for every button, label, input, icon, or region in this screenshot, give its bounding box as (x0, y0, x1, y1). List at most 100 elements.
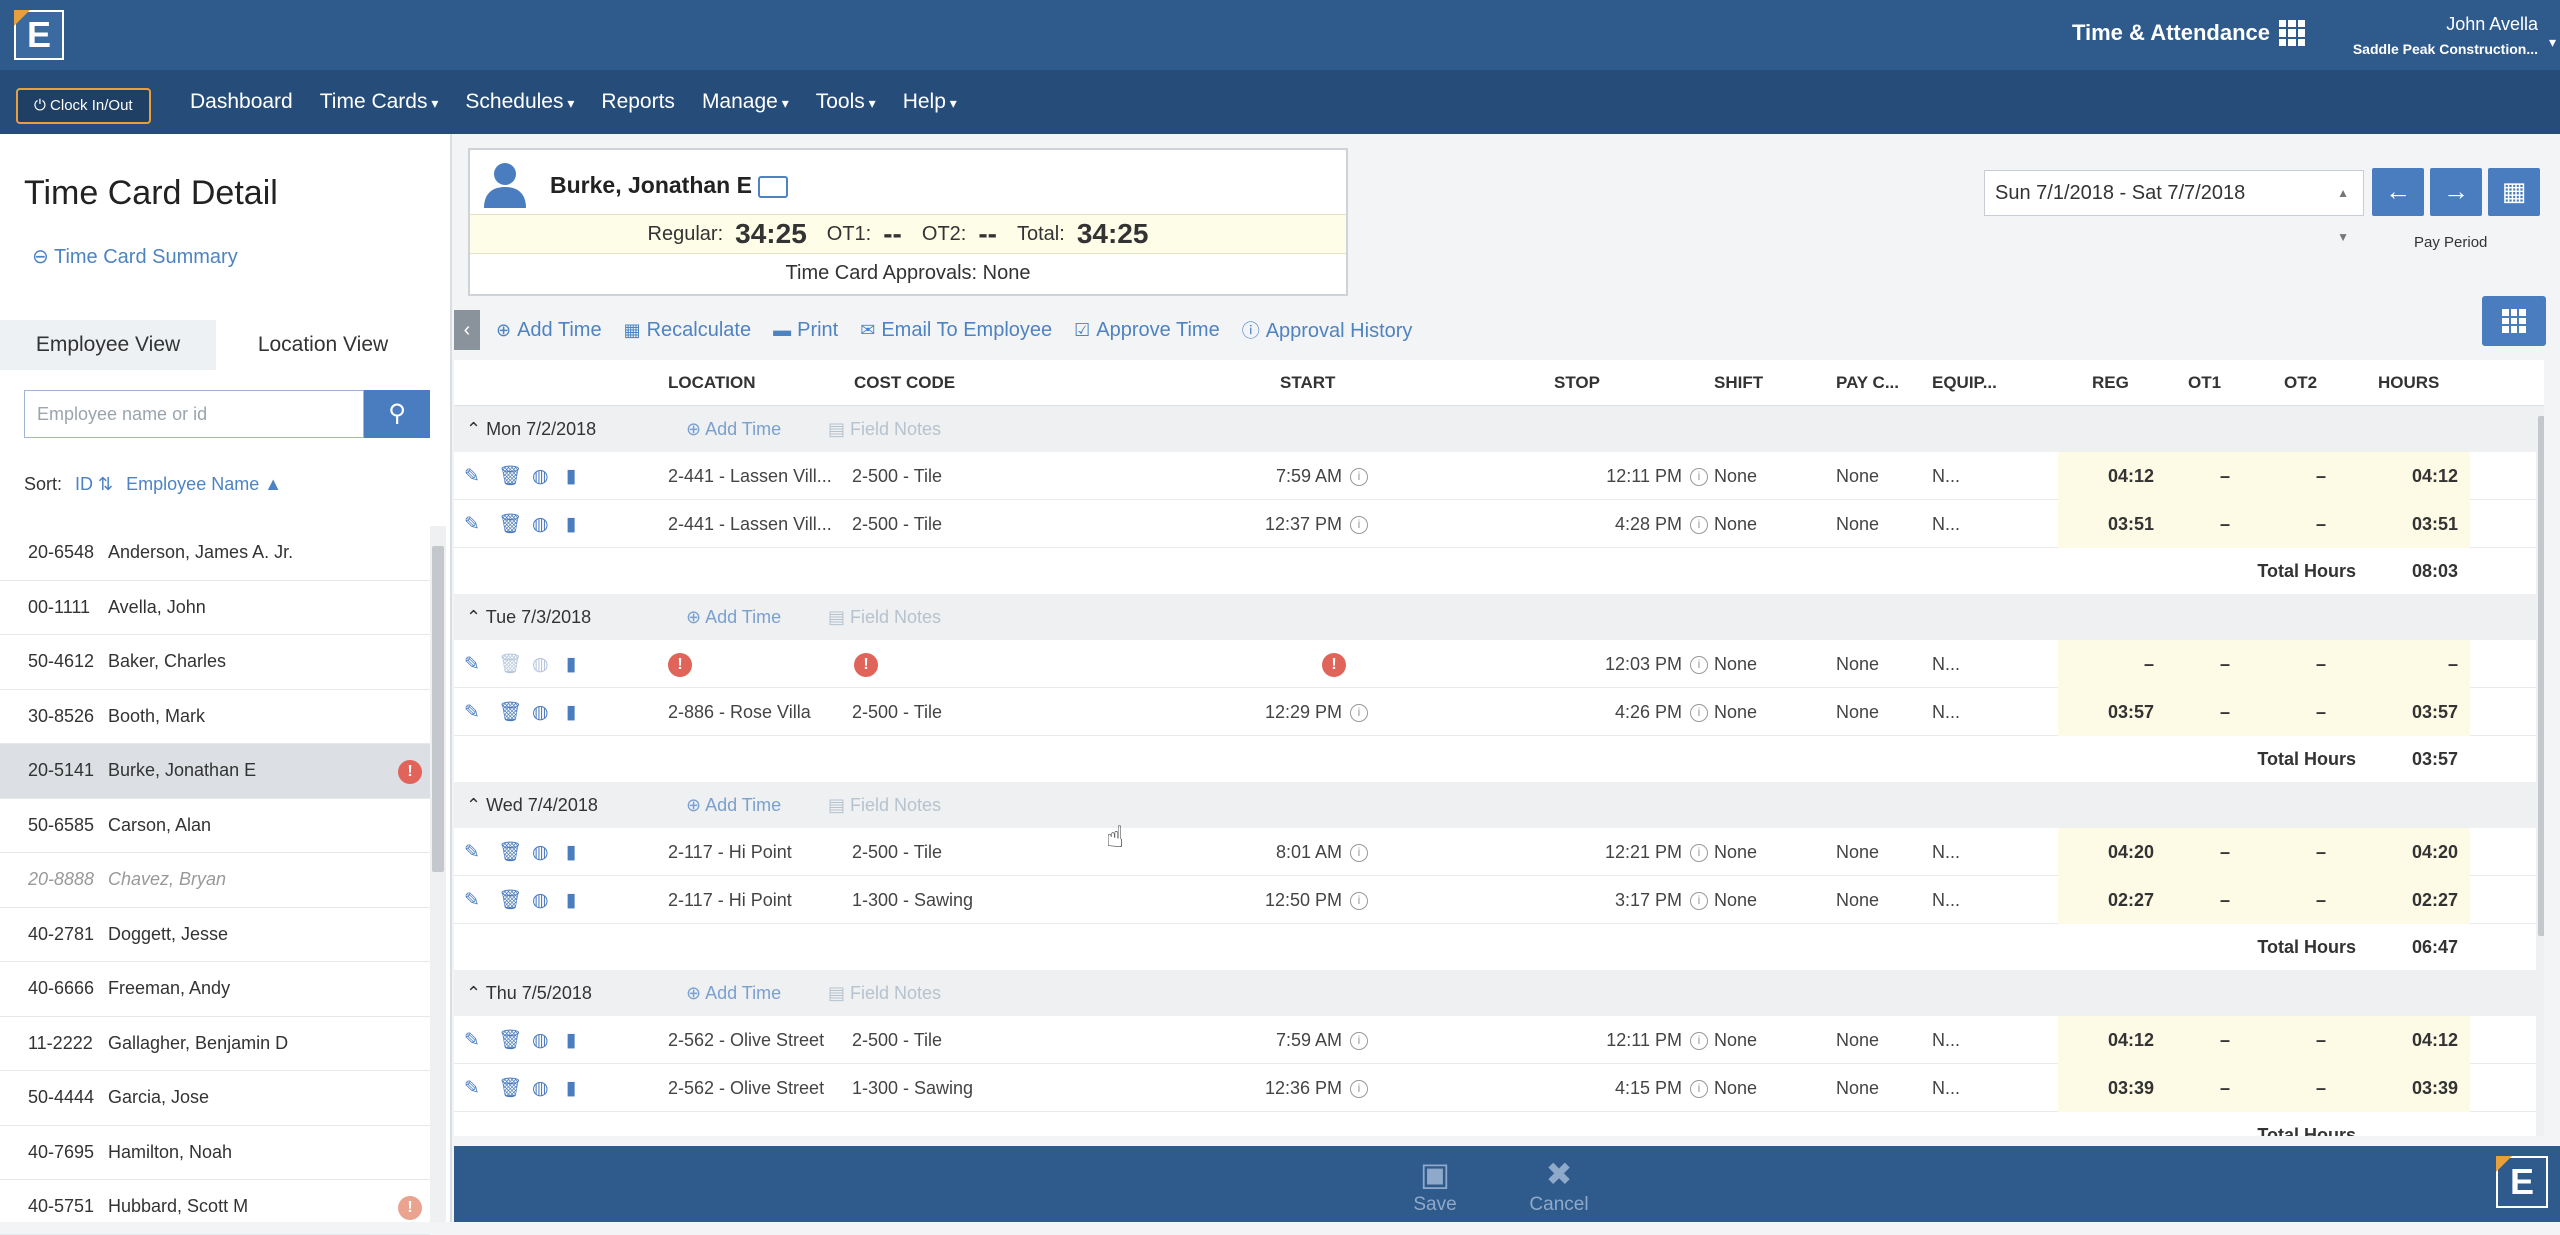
day-add-time-button[interactable]: ⊕ Add Time (686, 594, 781, 640)
edit-icon[interactable]: ✎ (464, 1077, 498, 1100)
globe-icon[interactable]: ◍ (532, 1029, 566, 1052)
pay-code-cell[interactable]: None (1836, 1064, 1879, 1112)
col-location[interactable]: LOCATION (668, 360, 756, 406)
stop-cell[interactable]: 12:03 PM i (1454, 640, 1708, 688)
location-cell[interactable]: 2-562 - Olive Street (668, 1064, 824, 1112)
document-icon[interactable]: ▮ (566, 653, 600, 676)
col-cost-code[interactable]: COST CODE (854, 360, 955, 406)
sort-by-id[interactable]: ID ⇅ (75, 474, 113, 494)
shift-cell[interactable]: None (1714, 640, 1757, 688)
time-card-summary-link[interactable]: ⊖ Time Card Summary (32, 244, 238, 269)
info-icon[interactable]: i (1690, 468, 1708, 487)
day-add-time-button[interactable]: ⊕ Add Time (686, 970, 781, 1016)
cost-code-cell[interactable]: 2-500 - Tile (852, 452, 942, 500)
col-start[interactable]: START (1280, 360, 1335, 406)
col-shift[interactable]: SHIFT (1714, 360, 1763, 406)
print-button[interactable]: ▬ Print (773, 319, 838, 342)
list-item[interactable]: 00-1111 Avella, John (0, 581, 430, 635)
info-icon[interactable]: i (1690, 892, 1708, 911)
day-label[interactable]: ⌃ Thu 7/5/2018 (466, 970, 592, 1016)
stop-cell[interactable]: 3:17 PM i (1454, 876, 1708, 924)
sort-by-name[interactable]: Employee Name ▲ (126, 474, 282, 494)
col-equipment[interactable]: EQUIP... (1932, 360, 1997, 406)
trash-icon[interactable]: 🗑 (498, 512, 532, 536)
stop-cell[interactable]: 12:11 PM i (1454, 1016, 1708, 1064)
day-add-time-button[interactable]: ⊕ Add Time (686, 406, 781, 452)
start-cell[interactable]: 8:01 AM i (1154, 828, 1368, 876)
equipment-cell[interactable]: N... (1932, 688, 1960, 736)
document-icon[interactable]: ▮ (566, 1077, 600, 1100)
list-item[interactable]: 40-7695 Hamilton, Noah (0, 1126, 430, 1180)
start-cell[interactable]: 12:37 PM i (1154, 500, 1368, 548)
save-button[interactable]: ▣ Save (1390, 1154, 1480, 1216)
day-label[interactable]: ⌃ Tue 7/3/2018 (466, 594, 591, 640)
globe-icon[interactable]: ◍ (532, 1077, 566, 1100)
document-icon[interactable]: ▮ (566, 889, 600, 912)
nav-item-help[interactable]: Help ▾ (903, 90, 957, 114)
col-ot2[interactable]: OT2 (2284, 360, 2317, 406)
col-ot1[interactable]: OT1 (2188, 360, 2221, 406)
user-menu[interactable]: John Avella Saddle Peak Construction... (2353, 14, 2538, 57)
edit-icon[interactable]: ✎ (464, 465, 498, 488)
info-icon[interactable]: i (1690, 704, 1708, 723)
nav-item-tools[interactable]: Tools ▾ (816, 90, 876, 114)
info-icon[interactable]: i (1350, 516, 1368, 535)
cost-code-cell[interactable]: 1-300 - Sawing (852, 876, 973, 924)
cost-code-cell[interactable]: 2-500 - Tile (852, 688, 942, 736)
edit-icon[interactable]: ✎ (464, 889, 498, 912)
employee-list-scrollbar[interactable] (430, 526, 446, 1222)
pay-code-cell[interactable]: None (1836, 452, 1879, 500)
employee-search-input[interactable] (24, 390, 364, 438)
error-indicator[interactable]: ! (668, 640, 692, 688)
edit-icon[interactable]: ✎ (464, 1029, 498, 1052)
info-icon[interactable]: i (1690, 844, 1708, 863)
nav-item-time-cards[interactable]: Time Cards ▾ (320, 90, 439, 114)
trash-icon[interactable]: 🗑 (498, 1028, 532, 1052)
recalculate-button[interactable]: ▦ Recalculate (624, 319, 752, 342)
info-icon[interactable]: i (1350, 704, 1368, 723)
nav-item-reports[interactable]: Reports (601, 90, 675, 114)
app-logo[interactable]: E (14, 10, 64, 60)
previous-period-button[interactable]: ← (2372, 168, 2424, 216)
globe-icon[interactable]: ◍ (532, 841, 566, 864)
stop-cell[interactable]: 4:28 PM i (1454, 500, 1708, 548)
edit-icon[interactable]: ✎ (464, 513, 498, 536)
location-cell[interactable]: 2-886 - Rose Villa (668, 688, 811, 736)
shift-cell[interactable]: None (1714, 452, 1757, 500)
pay-code-cell[interactable]: None (1836, 828, 1879, 876)
approval-history-button[interactable]: ⓘ Approval History (1242, 317, 1413, 343)
start-cell[interactable]: 12:50 PM i (1154, 876, 1368, 924)
cancel-button[interactable]: ✖ Cancel (1514, 1154, 1604, 1216)
col-pay-code[interactable]: PAY C... (1836, 360, 1899, 406)
pay-code-cell[interactable]: None (1836, 876, 1879, 924)
location-cell[interactable]: 2-117 - Hi Point (668, 876, 792, 924)
info-icon[interactable]: i (1350, 1080, 1368, 1099)
trash-icon[interactable]: 🗑 (498, 888, 532, 912)
document-icon[interactable]: ▮ (566, 1029, 600, 1052)
shift-cell[interactable]: None (1714, 828, 1757, 876)
list-item[interactable]: 40-6666 Freeman, Andy (0, 962, 430, 1017)
column-grid-button[interactable] (2482, 296, 2546, 346)
table-scrollbar[interactable] (2536, 406, 2544, 1136)
add-time-button[interactable]: ⊕ Add Time (496, 319, 602, 342)
day-add-time-button[interactable]: ⊕ Add Time (686, 782, 781, 828)
info-icon[interactable]: i (1350, 1032, 1368, 1051)
stop-cell[interactable]: 4:15 PM i (1454, 1064, 1708, 1112)
tab-location-view[interactable]: Location View (216, 320, 430, 370)
globe-icon[interactable]: ◍ (532, 513, 566, 536)
info-icon[interactable]: i (1690, 1032, 1708, 1051)
clock-in-out-button[interactable]: ⏻ Clock In/Out (16, 88, 151, 124)
info-icon[interactable]: i (1690, 656, 1708, 675)
day-label[interactable]: ⌃ Wed 7/4/2018 (466, 782, 598, 828)
equipment-cell[interactable]: N... (1932, 828, 1960, 876)
pay-code-cell[interactable]: None (1836, 688, 1879, 736)
list-item[interactable]: 40-2781 Doggett, Jesse (0, 908, 430, 962)
equipment-cell[interactable]: N... (1932, 640, 1960, 688)
start-cell[interactable]: 12:36 PM i (1154, 1064, 1368, 1112)
start-cell[interactable]: 7:59 AM i (1154, 1016, 1368, 1064)
list-item[interactable]: 40-5751 Hubbard, Scott M! (0, 1180, 430, 1235)
equipment-cell[interactable]: N... (1932, 1064, 1960, 1112)
shift-cell[interactable]: None (1714, 1064, 1757, 1112)
nav-item-manage[interactable]: Manage ▾ (702, 90, 789, 114)
shift-cell[interactable]: None (1714, 500, 1757, 548)
